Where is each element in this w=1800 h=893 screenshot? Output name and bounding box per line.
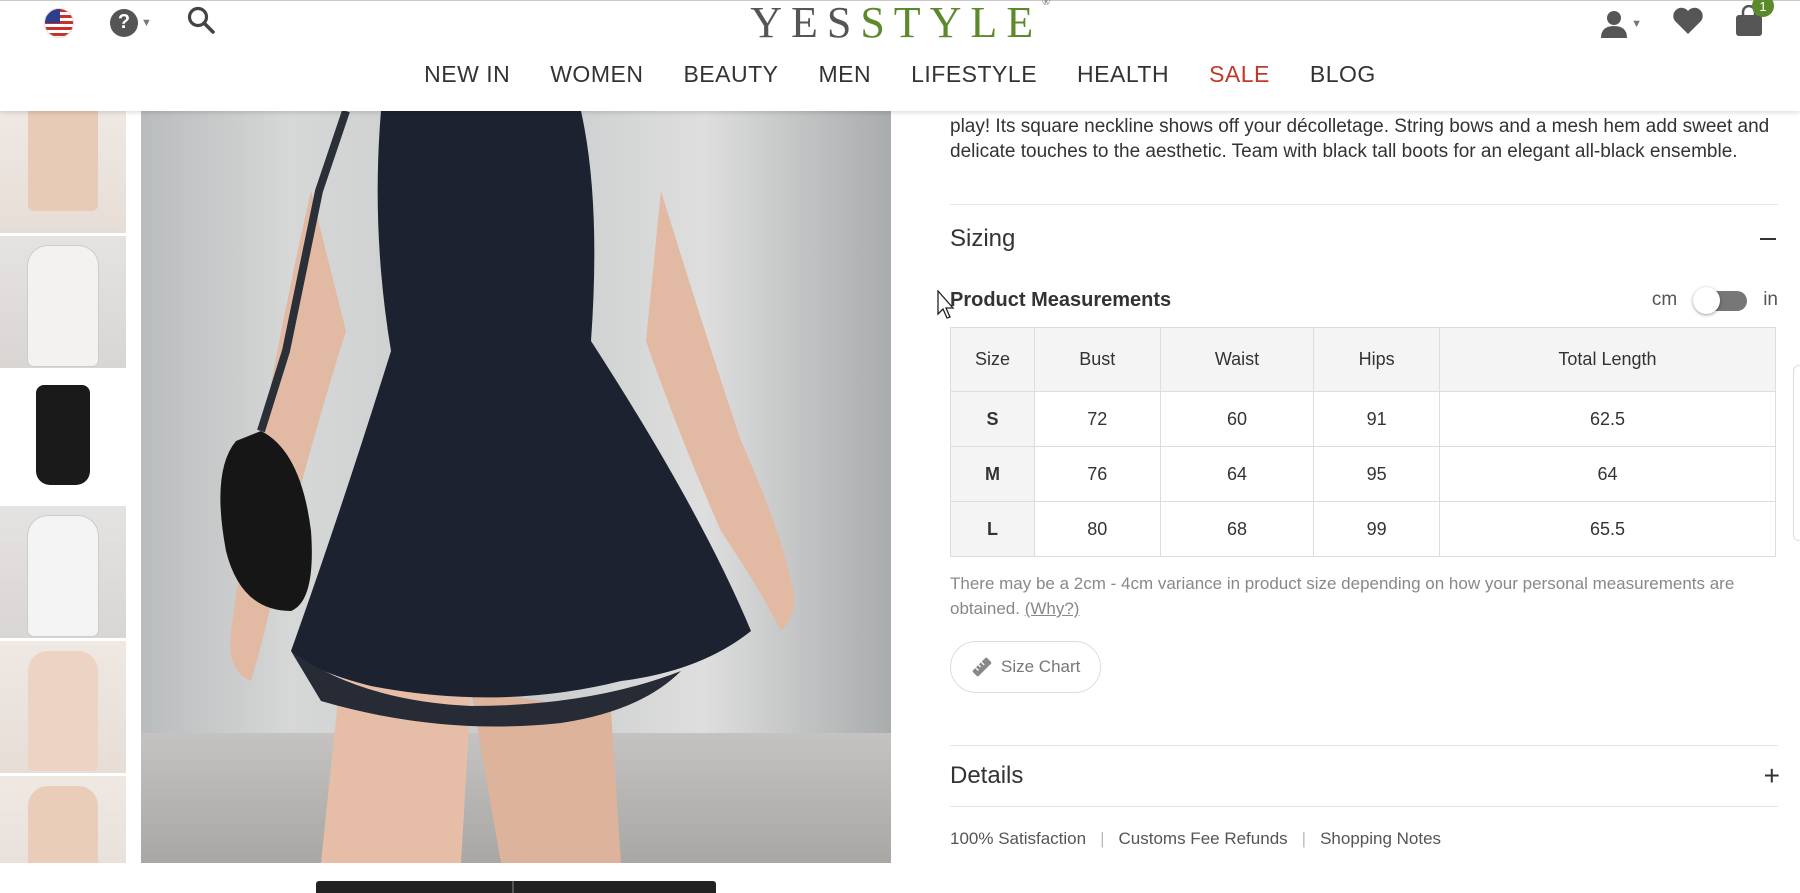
- unit-toggle[interactable]: [1693, 287, 1748, 314]
- heart-icon[interactable]: [1672, 7, 1704, 40]
- nav-women[interactable]: WOMEN: [550, 61, 643, 88]
- product-thumbnail[interactable]: [0, 111, 126, 233]
- sizing-title: Sizing: [950, 225, 1016, 252]
- column-header: Total Length: [1438, 327, 1777, 392]
- section-divider: [950, 745, 1778, 746]
- table-row: L 80 68 99 65.5: [950, 501, 1777, 557]
- section-divider: [950, 204, 1778, 205]
- account-menu[interactable]: ▼: [1600, 9, 1642, 39]
- unit-toggle-group: cm in: [1651, 287, 1778, 314]
- column-header: Hips: [1313, 327, 1440, 392]
- hips-cell: 99: [1313, 501, 1440, 557]
- unit-in-label: in: [1763, 289, 1778, 310]
- nav-beauty[interactable]: BEAUTY: [683, 61, 778, 88]
- mouse-cursor-icon: [937, 289, 957, 325]
- measurements-header: Product Measurements cm in: [950, 287, 1778, 314]
- shopping-notes-link[interactable]: Shopping Notes: [1320, 829, 1441, 849]
- nav-men[interactable]: MEN: [818, 61, 871, 88]
- site-logo[interactable]: YESSTYLE®: [0, 0, 1800, 48]
- hips-cell: 95: [1313, 446, 1440, 502]
- column-header: Bust: [1034, 327, 1161, 392]
- product-thumbnail[interactable]: [0, 236, 126, 368]
- length-cell: 65.5: [1438, 501, 1777, 557]
- product-info-panel: play! Its square neckline shows off your…: [950, 111, 1780, 849]
- table-header-row: Size Bust Waist Hips Total Length: [950, 327, 1777, 392]
- nav-health[interactable]: HEALTH: [1077, 61, 1169, 88]
- details-title: Details: [950, 762, 1024, 789]
- logo-prefix: YES: [750, 0, 861, 47]
- shopping-bag-icon[interactable]: 1: [1734, 0, 1774, 42]
- product-thumbnail[interactable]: [0, 641, 126, 773]
- expand-icon[interactable]: +: [1764, 760, 1780, 792]
- details-header[interactable]: Details +: [950, 760, 1780, 792]
- satisfaction-link[interactable]: 100% Satisfaction: [950, 829, 1086, 849]
- size-cell: L: [950, 501, 1035, 557]
- column-header: Waist: [1159, 327, 1315, 392]
- table-row: S 72 60 91 62.5: [950, 391, 1777, 447]
- logo-suffix: STYLE: [860, 0, 1043, 47]
- site-header: ? ▼ YESSTYLE® ▼ 1 NEW IN WOMEN BEAUTY ME…: [0, 0, 1800, 111]
- side-scroll-tab[interactable]: [1793, 365, 1800, 541]
- header-right-tools: ▼ 1: [1600, 0, 1774, 42]
- main-nav: NEW IN WOMEN BEAUTY MEN LIFESTYLE HEALTH…: [0, 61, 1800, 88]
- ruler-icon: [972, 657, 992, 677]
- product-main-image[interactable]: [141, 111, 891, 863]
- section-divider: [950, 806, 1778, 807]
- size-cell: S: [950, 391, 1035, 447]
- hips-cell: 91: [1313, 391, 1440, 447]
- bust-cell: 72: [1034, 391, 1161, 447]
- size-variance-note: There may be a 2cm - 4cm variance in pro…: [950, 571, 1778, 621]
- chevron-down-icon: ▼: [1631, 17, 1642, 30]
- link-separator: |: [1301, 829, 1307, 848]
- customs-refund-link[interactable]: Customs Fee Refunds: [1119, 829, 1288, 849]
- size-chart-label: Size Chart: [1001, 657, 1081, 676]
- unit-cm-label: cm: [1651, 289, 1678, 310]
- measurements-title: Product Measurements: [950, 288, 1172, 311]
- product-thumbnail-selected[interactable]: [0, 371, 126, 503]
- nav-sale[interactable]: SALE: [1209, 61, 1270, 88]
- nav-new-in[interactable]: NEW IN: [424, 61, 510, 88]
- logo-mark: ®: [1042, 0, 1050, 8]
- user-icon: [1601, 10, 1628, 38]
- product-thumbnail[interactable]: [0, 506, 126, 638]
- size-cell: M: [950, 446, 1035, 502]
- nav-lifestyle[interactable]: LIFESTYLE: [911, 61, 1037, 88]
- nav-blog[interactable]: BLOG: [1310, 61, 1376, 88]
- image-action-bar[interactable]: [316, 881, 716, 893]
- size-chart-button[interactable]: Size Chart: [950, 641, 1102, 693]
- waist-cell: 64: [1159, 446, 1315, 502]
- waist-cell: 68: [1159, 501, 1315, 557]
- length-cell: 62.5: [1438, 391, 1777, 447]
- link-separator: |: [1100, 829, 1105, 848]
- product-description: play! Its square neckline shows off your…: [950, 116, 1770, 162]
- column-header: Size: [950, 327, 1035, 392]
- product-thumbnail-list: [0, 111, 126, 863]
- collapse-icon[interactable]: [1760, 238, 1776, 240]
- measurements-table: Size Bust Waist Hips Total Length S 72 6…: [950, 327, 1777, 557]
- waist-cell: 60: [1159, 391, 1315, 447]
- length-cell: 64: [1438, 446, 1777, 502]
- product-thumbnail[interactable]: [0, 776, 126, 863]
- table-row: M 76 64 95 64: [950, 446, 1777, 502]
- sizing-header[interactable]: Sizing: [950, 225, 1778, 253]
- policy-links: 100% Satisfaction | Customs Fee Refunds …: [950, 829, 1778, 849]
- bust-cell: 80: [1034, 501, 1161, 557]
- bust-cell: 76: [1034, 446, 1161, 502]
- why-link[interactable]: (Why?): [1025, 599, 1080, 618]
